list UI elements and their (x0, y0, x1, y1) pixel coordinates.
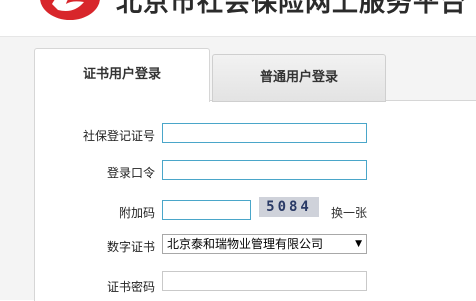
certificate-label: 数字证书 (106, 240, 155, 254)
password-label: 登录口令 (106, 166, 155, 180)
change-captcha-link[interactable]: 换一张 (331, 204, 367, 221)
registration-no-label: 社保登记证号 (82, 129, 155, 143)
certificate-select[interactable]: 北京泰和瑞物业管理有限公司 ▼ (162, 234, 367, 254)
captcha-input[interactable] (162, 200, 251, 220)
registration-no-input[interactable] (162, 123, 367, 143)
site-title: 北京市社会保险网上服务平台 (116, 0, 468, 18)
cert-password-input[interactable] (162, 271, 367, 291)
captcha-label: 附加码 (118, 206, 155, 220)
certificate-selected-value: 北京泰和瑞物业管理有限公司 (167, 237, 324, 251)
dropdown-arrow-icon[interactable]: ▼ (355, 235, 362, 253)
cert-password-label: 证书密码 (106, 280, 155, 294)
social-security-logo (40, 0, 100, 20)
site-header: 北京市社会保险网上服务平台 (0, 0, 476, 37)
tab-certificate-login[interactable]: 证书用户登录 (34, 48, 210, 102)
tab-normal-login[interactable]: 普通用户登录 (212, 54, 386, 102)
captcha-image[interactable]: 5084 (259, 197, 319, 217)
password-input[interactable] (162, 160, 367, 180)
